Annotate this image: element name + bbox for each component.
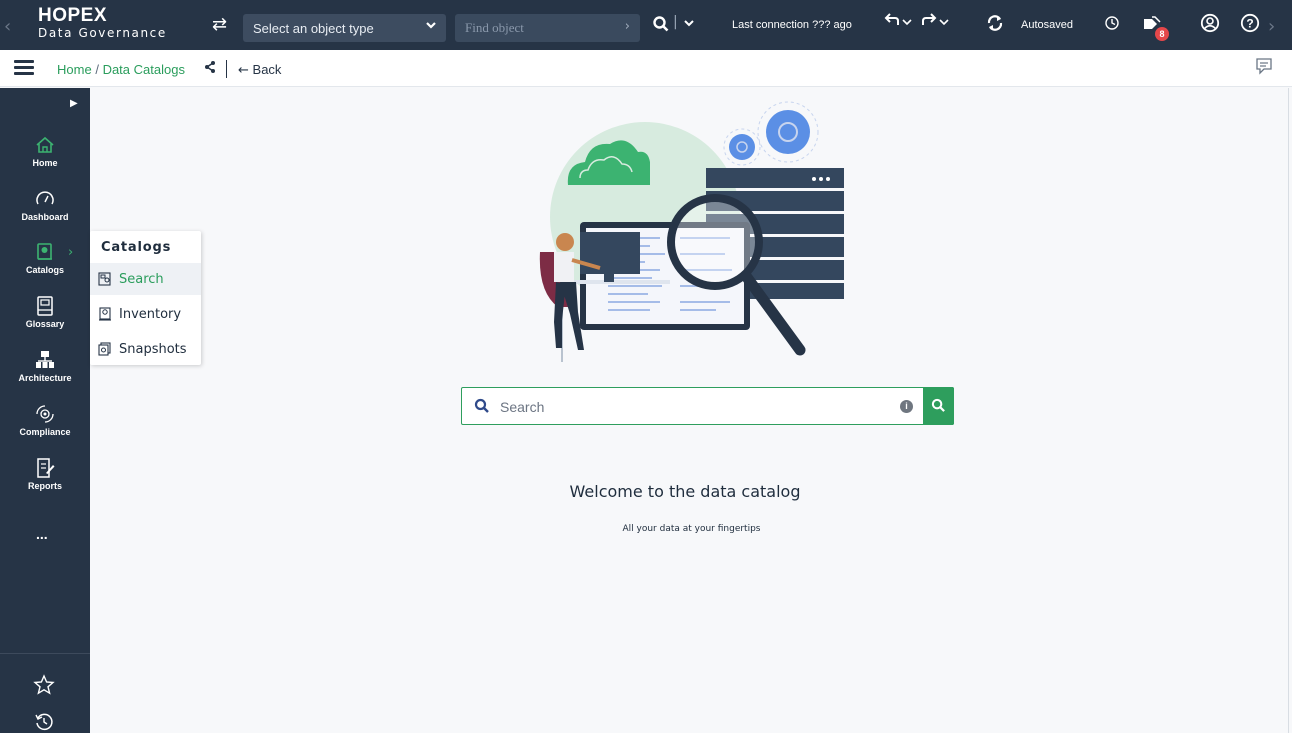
sidebar-item-home[interactable]: Home	[0, 134, 90, 168]
flyout-item-label: Search	[119, 271, 164, 287]
recent-history-icon[interactable]	[34, 712, 54, 732]
search-options-chevron-icon[interactable]	[683, 15, 695, 34]
menu-icon[interactable]	[14, 60, 34, 76]
welcome-tagline: All your data at your fingertips	[622, 524, 761, 534]
sidebar-item-catalogs[interactable]: Catalogs ›	[0, 241, 90, 275]
flyout-item-label: Snapshots	[119, 341, 187, 357]
autosaved-status: Autosaved	[1021, 19, 1073, 31]
sidebar-item-architecture[interactable]: Architecture	[0, 349, 90, 383]
search-icon[interactable]	[652, 15, 670, 37]
breadcrumb-separator: /	[95, 62, 99, 77]
search-icon	[474, 398, 489, 413]
home-icon	[36, 136, 54, 153]
object-type-label: Select an object type	[253, 20, 374, 36]
catalog-icon	[37, 243, 52, 260]
sidebar-item-glossary[interactable]: Glossary	[0, 295, 90, 329]
flyout-item-inventory[interactable]: Inventory	[90, 298, 201, 330]
help-icon[interactable]: ?	[1240, 13, 1260, 37]
logo-subtitle: Data Governance	[38, 26, 167, 40]
back-button[interactable]: ← Back	[238, 62, 281, 78]
sidebar-item-label: Glossary	[25, 319, 65, 329]
breadcrumb: Home / Data Catalogs	[57, 62, 185, 77]
compliance-icon	[36, 405, 54, 423]
sidebar-item-dashboard[interactable]: Dashboard	[0, 188, 90, 222]
redo-icon[interactable]	[920, 13, 952, 35]
info-icon[interactable]: i	[900, 400, 913, 413]
breadcrumb-home-link[interactable]: Home	[57, 62, 92, 77]
flyout-item-snapshots[interactable]: Snapshots	[90, 333, 201, 365]
sidebar: ▶ Home Dashboard Catalogs › Glossary Arc…	[0, 88, 90, 733]
sync-icon[interactable]	[986, 14, 1004, 36]
comment-icon[interactable]	[1255, 57, 1273, 79]
sidebar-item-compliance[interactable]: Compliance	[0, 403, 90, 437]
last-connection-text: Last connection ??? ago	[732, 19, 852, 31]
app-logo[interactable]: HOPEX Data Governance	[38, 6, 167, 39]
chevron-down-icon	[425, 19, 437, 34]
search-catalog-icon	[98, 272, 111, 286]
inventory-icon	[99, 307, 111, 321]
divider	[226, 60, 227, 78]
sidebar-item-label: Dashboard	[21, 212, 69, 222]
undo-icon[interactable]	[883, 13, 915, 35]
back-label: Back	[252, 62, 282, 77]
sidebar-footer	[0, 653, 90, 733]
object-type-select[interactable]: Select an object type	[243, 14, 446, 42]
snapshots-icon	[98, 342, 111, 356]
chevron-right-icon: ›	[68, 245, 74, 260]
find-object-placeholder: Find object	[465, 20, 524, 35]
breadcrumb-current[interactable]: Data Catalogs	[103, 62, 185, 77]
breadcrumb-bar: Home / Data Catalogs ← Back	[0, 50, 1292, 87]
sidebar-item-label: Compliance	[19, 427, 71, 437]
search-submit-icon	[931, 398, 945, 412]
search-button[interactable]	[923, 387, 954, 425]
sidebar-item-label: Catalogs	[25, 265, 64, 275]
search-divider: |	[673, 14, 678, 30]
glossary-icon	[37, 296, 53, 316]
top-bar: ‹ HOPEX Data Governance ⇄ Select an obje…	[0, 0, 1292, 50]
divider	[1288, 88, 1289, 733]
architecture-icon	[36, 351, 54, 368]
logo-title: HOPEX	[38, 5, 108, 26]
catalogs-flyout-menu: Catalogs Search Inventory Snapshots	[90, 231, 201, 365]
scroll-left-icon[interactable]: ‹	[4, 16, 11, 37]
reports-icon	[37, 458, 55, 478]
flyout-item-search[interactable]: Search	[90, 263, 201, 295]
share-icon[interactable]	[204, 60, 216, 78]
sidebar-expand-icon[interactable]: ▶	[70, 98, 78, 109]
svg-text:?: ?	[1246, 17, 1253, 31]
find-object-input[interactable]: Find object ›	[455, 14, 640, 42]
chevron-right-icon[interactable]: ›	[625, 19, 630, 34]
catalog-search-box[interactable]: Search i	[461, 387, 954, 425]
search-input[interactable]: Search	[500, 399, 544, 415]
switch-icon[interactable]: ⇄	[212, 14, 227, 35]
notification-badge: 8	[1155, 27, 1169, 41]
favorites-star-icon[interactable]	[33, 674, 55, 696]
flyout-item-label: Inventory	[119, 306, 182, 322]
scroll-right-icon[interactable]: ›	[1268, 16, 1275, 37]
gauge-icon	[36, 191, 54, 205]
flyout-title: Catalogs	[101, 240, 172, 255]
welcome-heading: Welcome to the data catalog	[569, 482, 801, 501]
sidebar-item-label: Home	[32, 158, 58, 168]
arrow-left-icon: ←	[238, 63, 249, 78]
data-catalog-illustration	[539, 101, 844, 362]
history-icon[interactable]	[1104, 15, 1120, 35]
sidebar-item-label: Architecture	[18, 373, 72, 383]
user-account-icon[interactable]	[1200, 13, 1220, 37]
